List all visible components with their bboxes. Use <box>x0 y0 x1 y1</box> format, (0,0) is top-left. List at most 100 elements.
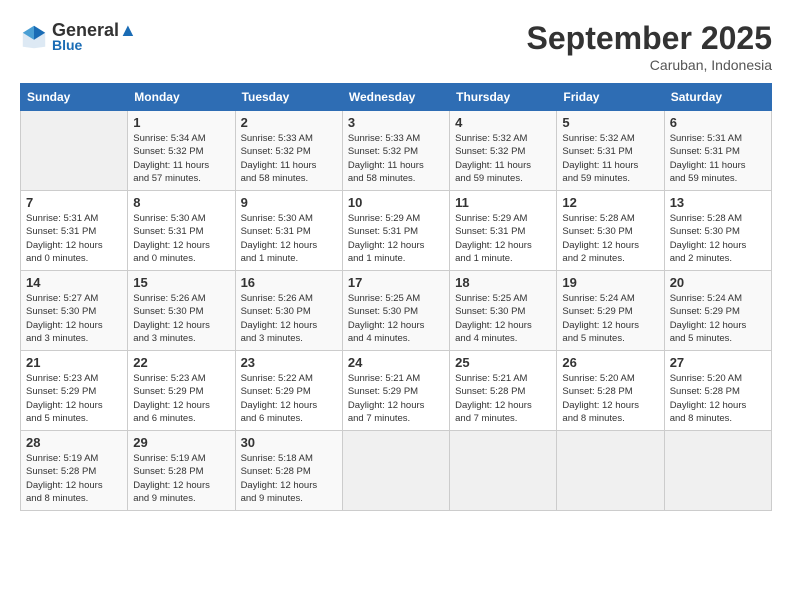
day-info: Sunrise: 5:19 AM Sunset: 5:28 PM Dayligh… <box>26 452 122 505</box>
day-info: Sunrise: 5:30 AM Sunset: 5:31 PM Dayligh… <box>133 212 229 265</box>
day-number: 20 <box>670 275 766 290</box>
calendar-cell: 11 Sunrise: 5:29 AM Sunset: 5:31 PM Dayli… <box>450 191 557 271</box>
day-number: 4 <box>455 115 551 130</box>
day-info: Sunrise: 5:29 AM Sunset: 5:31 PM Dayligh… <box>348 212 444 265</box>
month-title: September 2025 <box>527 20 772 57</box>
calendar-cell: 26 Sunrise: 5:20 AM Sunset: 5:28 PM Dayli… <box>557 351 664 431</box>
calendar-cell: 18Sunrise: 5:25 AM Sunset: 5:30 PM Dayli… <box>450 271 557 351</box>
day-number: 1 <box>133 115 229 130</box>
title-block: September 2025 Caruban, Indonesia <box>527 20 772 73</box>
day-info: Sunrise: 5:25 AM Sunset: 5:30 PM Dayligh… <box>348 292 444 345</box>
day-info: Sunrise: 5:22 AM Sunset: 5:29 PM Dayligh… <box>241 372 337 425</box>
calendar-cell: 24 Sunrise: 5:21 AM Sunset: 5:29 PM Dayli… <box>342 351 449 431</box>
day-info: Sunrise: 5:33 AM Sunset: 5:32 PM Dayligh… <box>348 132 444 185</box>
calendar-cell: 12 Sunrise: 5:28 AM Sunset: 5:30 PM Dayli… <box>557 191 664 271</box>
calendar-cell: 8 Sunrise: 5:30 AM Sunset: 5:31 PM Daylig… <box>128 191 235 271</box>
day-number: 14 <box>26 275 122 290</box>
calendar-cell: 10 Sunrise: 5:29 AM Sunset: 5:31 PM Dayli… <box>342 191 449 271</box>
logo-text: General▲ Blue <box>52 20 137 53</box>
calendar-cell: 14Sunrise: 5:27 AM Sunset: 5:30 PM Dayli… <box>21 271 128 351</box>
day-number: 23 <box>241 355 337 370</box>
calendar-cell: 9 Sunrise: 5:30 AM Sunset: 5:31 PM Daylig… <box>235 191 342 271</box>
calendar-cell: 6 Sunrise: 5:31 AM Sunset: 5:31 PM Daylig… <box>664 111 771 191</box>
calendar-cell: 2Sunrise: 5:33 AM Sunset: 5:32 PM Daylig… <box>235 111 342 191</box>
day-info: Sunrise: 5:23 AM Sunset: 5:29 PM Dayligh… <box>26 372 122 425</box>
day-number: 25 <box>455 355 551 370</box>
day-info: Sunrise: 5:33 AM Sunset: 5:32 PM Dayligh… <box>241 132 337 185</box>
day-number: 22 <box>133 355 229 370</box>
calendar-table: SundayMondayTuesdayWednesdayThursdayFrid… <box>20 83 772 511</box>
day-number: 7 <box>26 195 122 210</box>
day-number: 8 <box>133 195 229 210</box>
day-number: 30 <box>241 435 337 450</box>
day-number: 24 <box>348 355 444 370</box>
day-info: Sunrise: 5:20 AM Sunset: 5:28 PM Dayligh… <box>670 372 766 425</box>
day-number: 15 <box>133 275 229 290</box>
calendar-cell: 25 Sunrise: 5:21 AM Sunset: 5:28 PM Dayli… <box>450 351 557 431</box>
day-number: 17 <box>348 275 444 290</box>
day-info: Sunrise: 5:18 AM Sunset: 5:28 PM Dayligh… <box>241 452 337 505</box>
col-header-thursday: Thursday <box>450 84 557 111</box>
day-info: Sunrise: 5:25 AM Sunset: 5:30 PM Dayligh… <box>455 292 551 345</box>
calendar-cell <box>342 431 449 511</box>
col-header-monday: Monday <box>128 84 235 111</box>
calendar-cell: 22 Sunrise: 5:23 AM Sunset: 5:29 PM Dayli… <box>128 351 235 431</box>
calendar-cell <box>664 431 771 511</box>
day-info: Sunrise: 5:26 AM Sunset: 5:30 PM Dayligh… <box>133 292 229 345</box>
calendar-cell: 1 Sunrise: 5:34 AM Sunset: 5:32 PM Daylig… <box>128 111 235 191</box>
calendar-cell: 3 Sunrise: 5:33 AM Sunset: 5:32 PM Daylig… <box>342 111 449 191</box>
day-info: Sunrise: 5:24 AM Sunset: 5:29 PM Dayligh… <box>670 292 766 345</box>
calendar-cell: 21Sunrise: 5:23 AM Sunset: 5:29 PM Dayli… <box>21 351 128 431</box>
day-info: Sunrise: 5:20 AM Sunset: 5:28 PM Dayligh… <box>562 372 658 425</box>
day-info: Sunrise: 5:26 AM Sunset: 5:30 PM Dayligh… <box>241 292 337 345</box>
calendar-cell: 30 Sunrise: 5:18 AM Sunset: 5:28 PM Dayli… <box>235 431 342 511</box>
page-header: General▲ Blue September 2025 Caruban, In… <box>20 20 772 73</box>
calendar-cell: 27 Sunrise: 5:20 AM Sunset: 5:28 PM Dayli… <box>664 351 771 431</box>
week-row-1: 1 Sunrise: 5:34 AM Sunset: 5:32 PM Daylig… <box>21 111 772 191</box>
calendar-cell: 28Sunrise: 5:19 AM Sunset: 5:28 PM Dayli… <box>21 431 128 511</box>
day-info: Sunrise: 5:29 AM Sunset: 5:31 PM Dayligh… <box>455 212 551 265</box>
calendar-cell: 20 Sunrise: 5:24 AM Sunset: 5:29 PM Dayli… <box>664 271 771 351</box>
day-number: 9 <box>241 195 337 210</box>
day-info: Sunrise: 5:23 AM Sunset: 5:29 PM Dayligh… <box>133 372 229 425</box>
col-header-saturday: Saturday <box>664 84 771 111</box>
day-info: Sunrise: 5:30 AM Sunset: 5:31 PM Dayligh… <box>241 212 337 265</box>
day-number: 26 <box>562 355 658 370</box>
day-number: 12 <box>562 195 658 210</box>
day-info: Sunrise: 5:32 AM Sunset: 5:31 PM Dayligh… <box>562 132 658 185</box>
day-number: 10 <box>348 195 444 210</box>
day-info: Sunrise: 5:19 AM Sunset: 5:28 PM Dayligh… <box>133 452 229 505</box>
week-row-2: 7 Sunrise: 5:31 AM Sunset: 5:31 PM Daylig… <box>21 191 772 271</box>
col-header-sunday: Sunday <box>21 84 128 111</box>
calendar-cell: 19 Sunrise: 5:24 AM Sunset: 5:29 PM Dayli… <box>557 271 664 351</box>
logo-icon <box>20 23 48 51</box>
calendar-cell: 16Sunrise: 5:26 AM Sunset: 5:30 PM Dayli… <box>235 271 342 351</box>
day-info: Sunrise: 5:21 AM Sunset: 5:29 PM Dayligh… <box>348 372 444 425</box>
logo: General▲ Blue <box>20 20 137 53</box>
day-info: Sunrise: 5:24 AM Sunset: 5:29 PM Dayligh… <box>562 292 658 345</box>
week-row-4: 21Sunrise: 5:23 AM Sunset: 5:29 PM Dayli… <box>21 351 772 431</box>
day-info: Sunrise: 5:31 AM Sunset: 5:31 PM Dayligh… <box>26 212 122 265</box>
col-header-wednesday: Wednesday <box>342 84 449 111</box>
calendar-cell: 5Sunrise: 5:32 AM Sunset: 5:31 PM Daylig… <box>557 111 664 191</box>
day-number: 27 <box>670 355 766 370</box>
calendar-cell: 4 Sunrise: 5:32 AM Sunset: 5:32 PM Daylig… <box>450 111 557 191</box>
day-number: 11 <box>455 195 551 210</box>
day-number: 29 <box>133 435 229 450</box>
location-subtitle: Caruban, Indonesia <box>527 57 772 73</box>
calendar-cell: 29 Sunrise: 5:19 AM Sunset: 5:28 PM Dayli… <box>128 431 235 511</box>
day-info: Sunrise: 5:31 AM Sunset: 5:31 PM Dayligh… <box>670 132 766 185</box>
day-number: 6 <box>670 115 766 130</box>
day-number: 3 <box>348 115 444 130</box>
calendar-cell: 7 Sunrise: 5:31 AM Sunset: 5:31 PM Daylig… <box>21 191 128 271</box>
calendar-cell <box>450 431 557 511</box>
col-header-tuesday: Tuesday <box>235 84 342 111</box>
day-info: Sunrise: 5:32 AM Sunset: 5:32 PM Dayligh… <box>455 132 551 185</box>
day-info: Sunrise: 5:34 AM Sunset: 5:32 PM Dayligh… <box>133 132 229 185</box>
day-info: Sunrise: 5:28 AM Sunset: 5:30 PM Dayligh… <box>562 212 658 265</box>
calendar-cell: 15 Sunrise: 5:26 AM Sunset: 5:30 PM Dayli… <box>128 271 235 351</box>
calendar-cell: 23 Sunrise: 5:22 AM Sunset: 5:29 PM Dayli… <box>235 351 342 431</box>
calendar-cell: 17 Sunrise: 5:25 AM Sunset: 5:30 PM Dayli… <box>342 271 449 351</box>
day-number: 19 <box>562 275 658 290</box>
day-info: Sunrise: 5:21 AM Sunset: 5:28 PM Dayligh… <box>455 372 551 425</box>
